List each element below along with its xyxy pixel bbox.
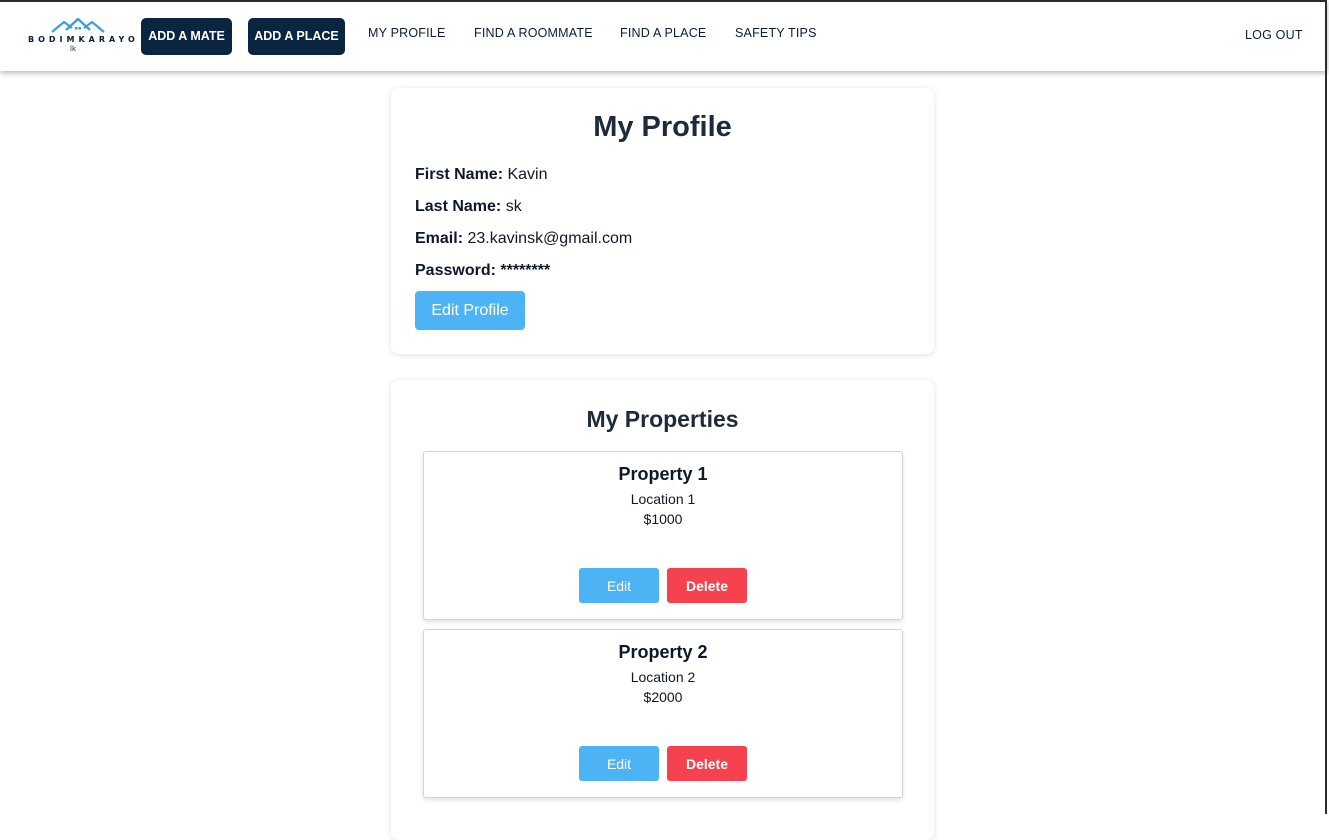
- last-name-value: sk: [505, 198, 522, 215]
- property-card: Property 2 Location 2 $2000 Edit Delete: [423, 629, 903, 798]
- house-roofs-logo-icon: [28, 17, 128, 35]
- nav-link-safety-tips[interactable]: SAFETY TIPS: [735, 26, 817, 40]
- properties-title: My Properties: [586, 406, 739, 432]
- email-value: 23.kavinsk@gmail.com: [467, 230, 633, 247]
- property-card: Property 1 Location 1 $1000 Edit Delete: [423, 451, 903, 620]
- profile-card: My Profile First Name: Kavin Last Name: …: [391, 88, 934, 354]
- logo-text: BODIMKARAYO: [28, 35, 139, 44]
- first-name-label: First Name:: [415, 166, 504, 183]
- property-name: Property 2: [618, 642, 708, 662]
- property-price: $2000: [643, 689, 683, 705]
- delete-property-button[interactable]: Delete: [667, 746, 747, 781]
- nav-link-my-profile[interactable]: MY PROFILE: [368, 26, 445, 40]
- logo-subtext: lk: [70, 45, 76, 53]
- property-name: Property 1: [618, 464, 708, 484]
- edit-property-button[interactable]: Edit: [579, 568, 659, 603]
- top-navbar: BODIMKARAYO lk ADD A MATE ADD A PLACE MY…: [0, 0, 1327, 71]
- nav-link-find-place[interactable]: FIND A PLACE: [620, 26, 706, 40]
- properties-card: My Properties Property 1 Location 1 $100…: [391, 380, 934, 840]
- first-name-value: Kavin: [507, 166, 548, 183]
- email-row: Email: 23.kavinsk@gmail.com: [415, 230, 632, 248]
- password-row: Password: ********: [415, 262, 550, 280]
- site-logo[interactable]: BODIMKARAYO lk: [28, 17, 139, 57]
- first-name-row: First Name: Kavin: [415, 166, 548, 184]
- email-label: Email:: [415, 230, 464, 247]
- profile-title: My Profile: [593, 111, 732, 143]
- password-label: Password:: [415, 262, 496, 279]
- nav-link-find-roommate[interactable]: FIND A ROOMMATE: [474, 26, 593, 40]
- add-mate-button[interactable]: ADD A MATE: [141, 18, 232, 55]
- add-place-button[interactable]: ADD A PLACE: [248, 18, 345, 55]
- password-value: ********: [500, 262, 551, 279]
- logout-link[interactable]: LOG OUT: [1245, 28, 1303, 42]
- property-location: Location 2: [630, 669, 696, 685]
- delete-property-button[interactable]: Delete: [667, 568, 747, 603]
- last-name-label: Last Name:: [415, 198, 502, 215]
- property-price: $1000: [643, 511, 683, 527]
- last-name-row: Last Name: sk: [415, 198, 522, 216]
- property-location: Location 1: [630, 491, 696, 507]
- edit-profile-button[interactable]: Edit Profile: [415, 291, 525, 330]
- edit-property-button[interactable]: Edit: [579, 746, 659, 781]
